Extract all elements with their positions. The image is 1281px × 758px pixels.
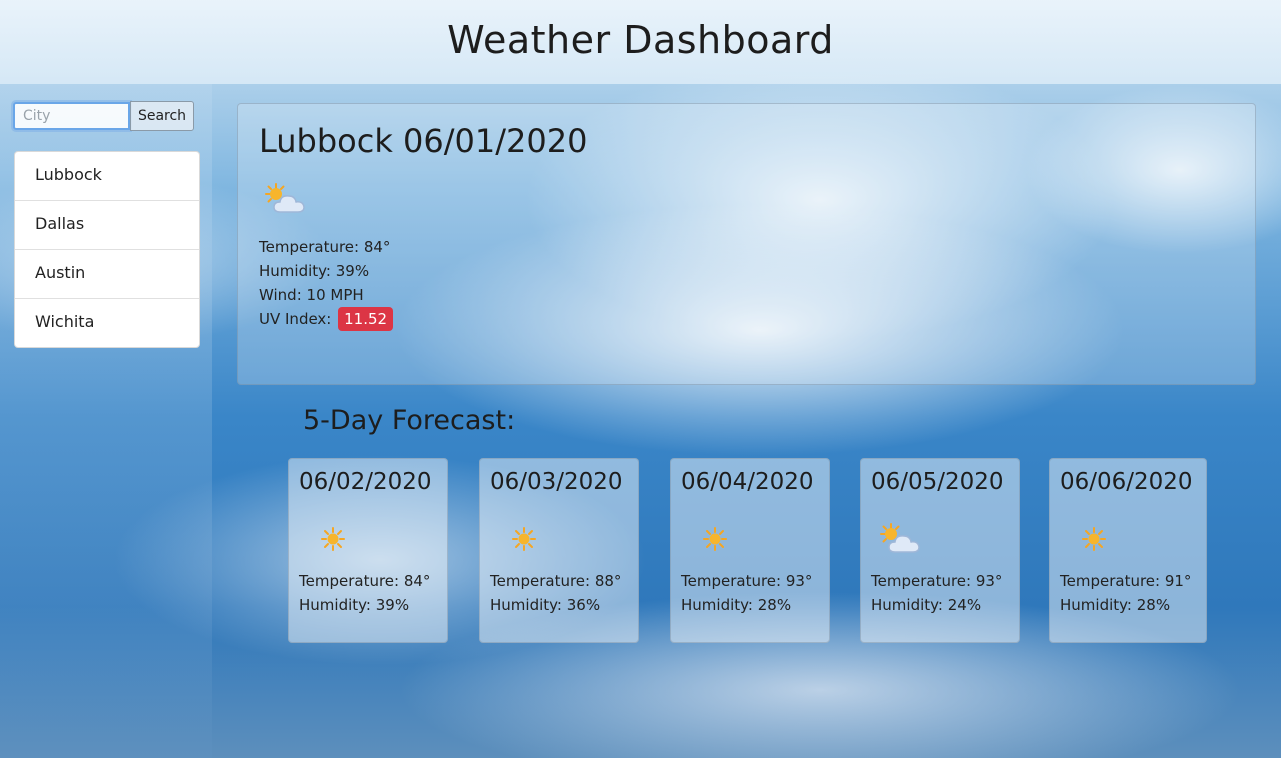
forecast-date: 06/02/2020 [299, 469, 432, 495]
sun-icon [321, 527, 345, 551]
forecast-card: 06/06/2020 Temperature: 91° Humidity: 28… [1049, 458, 1207, 643]
sun-icon [703, 527, 727, 551]
forecast-humidity: Humidity: 28% [681, 596, 792, 614]
city-item-dallas[interactable]: Dallas [15, 201, 199, 250]
forecast-humidity: Humidity: 24% [871, 596, 982, 614]
uv-badge: 11.52 [338, 307, 394, 331]
forecast-stats: Temperature: 93° Humidity: 24% [871, 569, 1002, 617]
forecast-card: 06/05/2020 Temperature: 93° Humidity: 24… [860, 458, 1020, 643]
forecast-stats: Temperature: 88° Humidity: 36% [490, 569, 621, 617]
forecast-date: 06/06/2020 [1060, 469, 1193, 495]
current-uv-row: UV Index: 11.52 [259, 307, 394, 331]
current-weather-card: Lubbock 06/01/2020 Temperature: 84° Humi… [237, 103, 1256, 385]
forecast-date: 06/05/2020 [871, 469, 1004, 495]
search-input[interactable] [11, 100, 132, 132]
current-city-title: Lubbock 06/01/2020 [259, 122, 588, 160]
forecast-humidity: Humidity: 36% [490, 596, 601, 614]
search-button[interactable]: Search [130, 101, 194, 131]
search-form: Search [11, 100, 194, 132]
sun-icon [1082, 527, 1106, 551]
forecast-stats: Temperature: 93° Humidity: 28% [681, 569, 812, 617]
city-item-lubbock[interactable]: Lubbock [15, 152, 199, 201]
forecast-temperature: Temperature: 93° [871, 572, 1003, 590]
forecast-card: 06/02/2020 Temperature: 84° Humidity: 39… [288, 458, 448, 643]
forecast-heading: 5-Day Forecast: [303, 405, 516, 436]
current-temperature: Temperature: 84° [259, 238, 391, 256]
sun-cloud-icon [880, 523, 920, 553]
forecast-temperature: Temperature: 93° [681, 572, 813, 590]
city-item-austin[interactable]: Austin [15, 250, 199, 299]
forecast-date: 06/03/2020 [490, 469, 623, 495]
current-wind: Wind: 10 MPH [259, 286, 364, 304]
forecast-stats: Temperature: 91° Humidity: 28% [1060, 569, 1191, 617]
forecast-card: 06/04/2020 Temperature: 93° Humidity: 28… [670, 458, 830, 643]
city-item-wichita[interactable]: Wichita [15, 299, 199, 347]
forecast-date: 06/04/2020 [681, 469, 814, 495]
forecast-temperature: Temperature: 91° [1060, 572, 1192, 590]
forecast-humidity: Humidity: 39% [299, 596, 410, 614]
sun-icon [512, 527, 536, 551]
current-humidity: Humidity: 39% [259, 262, 370, 280]
uv-label: UV Index: [259, 310, 332, 328]
forecast-temperature: Temperature: 88° [490, 572, 622, 590]
current-stats: Temperature: 84° Humidity: 39% Wind: 10 … [259, 235, 394, 331]
sun-cloud-icon [265, 183, 305, 213]
forecast-humidity: Humidity: 28% [1060, 596, 1171, 614]
city-history-list: Lubbock Dallas Austin Wichita [14, 151, 200, 348]
forecast-stats: Temperature: 84° Humidity: 39% [299, 569, 430, 617]
forecast-temperature: Temperature: 84° [299, 572, 431, 590]
page-title: Weather Dashboard [447, 18, 834, 62]
forecast-card: 06/03/2020 Temperature: 88° Humidity: 36… [479, 458, 639, 643]
